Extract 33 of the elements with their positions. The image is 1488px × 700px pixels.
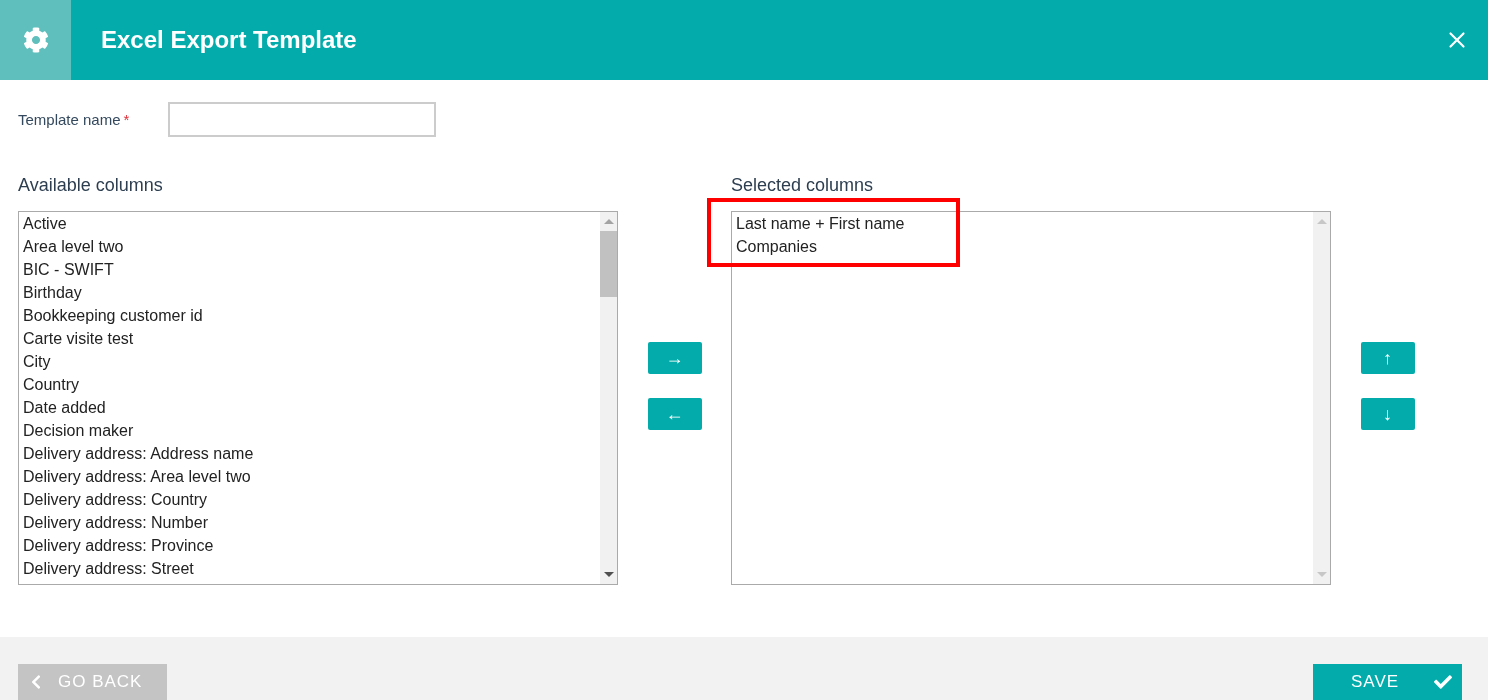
field-label: Template name * xyxy=(18,111,131,128)
scrollbar[interactable] xyxy=(1313,212,1330,584)
check-icon xyxy=(1434,673,1452,691)
scroll-down-icon[interactable] xyxy=(603,572,614,577)
list-item[interactable]: Country xyxy=(19,373,600,396)
list-title: Selected columns xyxy=(731,175,875,197)
list-item[interactable]: Active xyxy=(19,212,600,235)
scroll-up-icon[interactable] xyxy=(603,219,614,224)
list-item[interactable]: Area level two xyxy=(19,235,600,258)
scrollbar-thumb[interactable] xyxy=(600,231,617,297)
list-title: Available columns xyxy=(18,175,164,197)
template-name-input[interactable] xyxy=(168,102,436,137)
scrollbar[interactable] xyxy=(600,212,617,584)
list-item[interactable]: Delivery address: Number xyxy=(19,511,600,534)
column-list[interactable]: Last name + First name Companies xyxy=(731,211,1331,585)
list-item[interactable]: Last name + First name xyxy=(732,212,1313,235)
list-item[interactable]: Companies xyxy=(732,235,1313,258)
list-item[interactable]: Delivery address: Address name xyxy=(19,442,600,465)
list-item[interactable]: City xyxy=(19,350,600,373)
list-item[interactable]: Birthday xyxy=(19,281,600,304)
list-item[interactable]: Delivery address: Street xyxy=(19,557,600,580)
list-item[interactable]: BIC - SWIFT xyxy=(19,258,600,281)
list-item[interactable]: Delivery address: Area level two xyxy=(19,465,600,488)
list-item[interactable]: Delivery address: Country xyxy=(19,488,600,511)
column-list[interactable] xyxy=(18,211,618,585)
list-item[interactable]: Date added xyxy=(19,396,600,419)
scroll-up-icon[interactable] xyxy=(1316,219,1327,224)
list-item[interactable]: Decision maker xyxy=(19,419,600,442)
list-item[interactable]: Bookkeeping customer id xyxy=(19,304,600,327)
list-item[interactable]: Carte visite test xyxy=(19,327,600,350)
window-title: Excel Export Template xyxy=(101,26,358,54)
list-item[interactable]: Delivery address: Province xyxy=(19,534,600,557)
settings-icon xyxy=(22,27,49,53)
